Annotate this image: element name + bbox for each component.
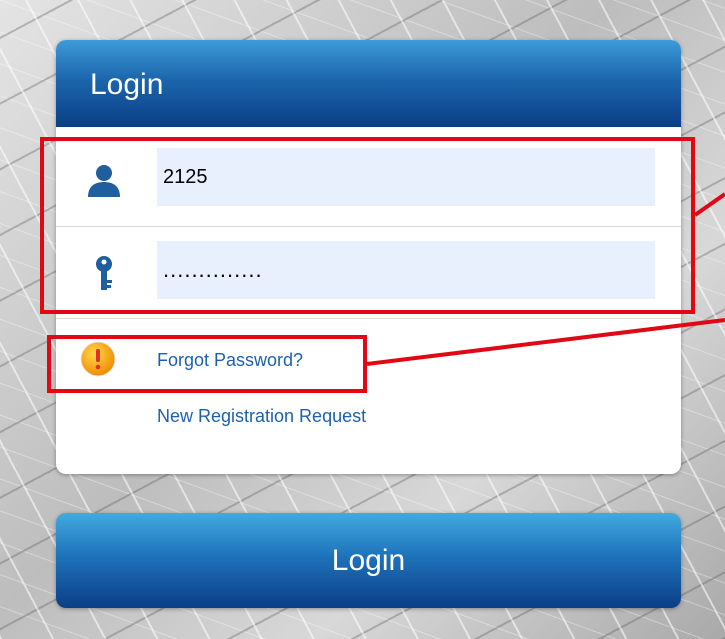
new-registration-link[interactable]: New Registration Request	[157, 406, 366, 427]
annotation-box-forgot-password	[47, 335, 367, 393]
panel-header: Login	[56, 40, 681, 127]
panel-title: Login	[90, 68, 164, 101]
annotation-box-credentials	[40, 137, 695, 314]
annotation-line-credentials	[693, 192, 725, 217]
login-button[interactable]: Login	[56, 513, 681, 608]
